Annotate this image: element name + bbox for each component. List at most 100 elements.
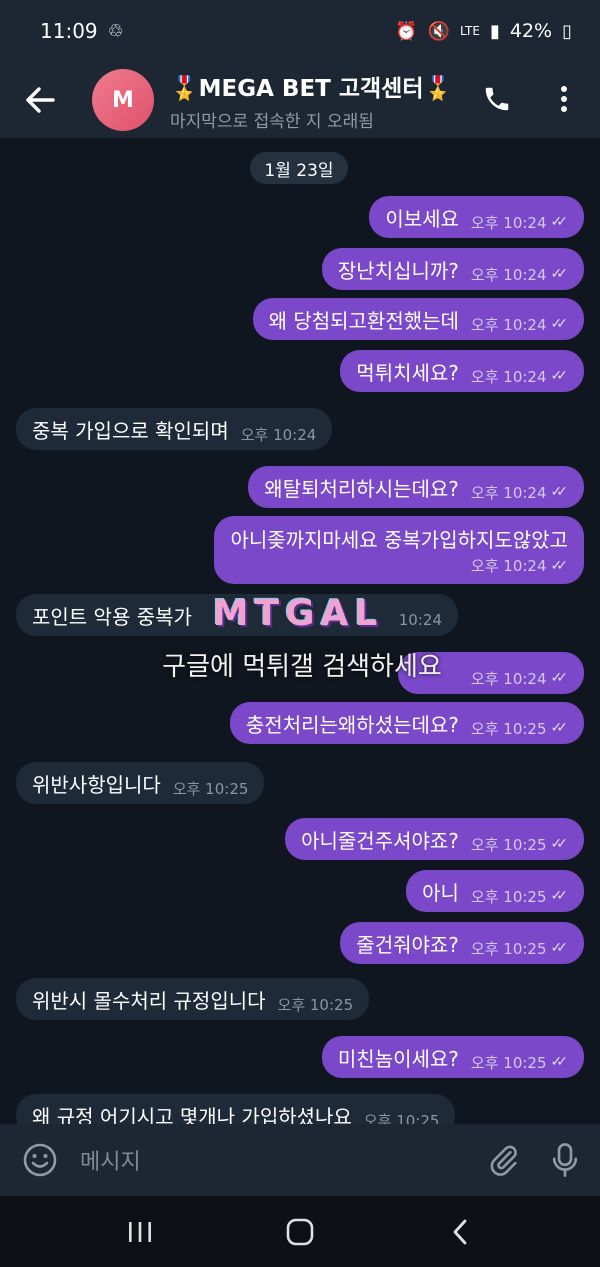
read-check-icon: ✓✓ bbox=[550, 836, 569, 852]
message-text: 충전처리는왜하셨는데요? bbox=[245, 712, 459, 737]
read-check-icon: ✓✓ bbox=[550, 670, 569, 686]
message-text: 아니줄건주셔야죠? bbox=[301, 828, 459, 853]
message-text: 아니 bbox=[422, 880, 459, 905]
message-time: 오후 10:25 bbox=[470, 835, 547, 854]
message-text: 포인트 악용 중복가 bbox=[32, 604, 192, 629]
message-bubble[interactable]: 줄건줘야죠? 오후 10:25 ✓✓ bbox=[340, 922, 584, 964]
emoji-button[interactable] bbox=[0, 1142, 80, 1178]
emoji-icon bbox=[23, 1143, 57, 1177]
message-text: 왜 당첨되고환전했는데 bbox=[268, 308, 459, 333]
message-text: 중복 가입으로 확인되며 bbox=[32, 418, 229, 443]
chat-title: 🎖️MEGA BET 고객센터🎖️ bbox=[170, 75, 453, 102]
home-button[interactable] bbox=[270, 1207, 330, 1257]
message-meta: 오후 10:24 ✓✓ bbox=[242, 555, 568, 576]
phone-icon bbox=[485, 87, 509, 111]
network-label: LTE bbox=[460, 24, 480, 38]
message-text: 왜탈퇴처리하시는데요? bbox=[264, 476, 459, 501]
message-meta: 오후 10:24 bbox=[241, 424, 317, 445]
message-time: 오후 10:25 bbox=[363, 1111, 440, 1125]
chat-area[interactable]: 1월 23일 이보세요 오후 10:24 ✓✓ 장난치십니까? 오후 10:24 ✓… bbox=[0, 138, 600, 1124]
message-meta: 오후 10:25 bbox=[173, 778, 249, 799]
message-time: 오후 10:24 bbox=[470, 265, 547, 284]
recent-apps-icon bbox=[129, 1221, 151, 1242]
paperclip-icon bbox=[490, 1145, 517, 1176]
read-check-icon: ✓✓ bbox=[550, 1054, 569, 1070]
message-time: 오후 10:24 bbox=[240, 425, 317, 444]
avatar[interactable]: M bbox=[92, 69, 154, 131]
avatar-initial: M bbox=[112, 87, 134, 113]
status-time: 11:09 bbox=[40, 19, 98, 43]
message-meta: 오후 10:25 ✓✓ bbox=[471, 886, 568, 907]
message-meta: 10:24 bbox=[399, 611, 442, 629]
message-text: 장난치십니까? bbox=[337, 258, 459, 283]
battery-level: 42% bbox=[509, 20, 553, 42]
message-text: 위반시 몰수처리 규정입니다 bbox=[32, 988, 266, 1013]
back-nav-button[interactable] bbox=[430, 1207, 490, 1257]
notification-icon: ♲ bbox=[107, 20, 124, 42]
message-time: 오후 10:24 bbox=[470, 367, 547, 386]
message-time: 10:24 bbox=[398, 611, 442, 629]
message-bubble[interactable]: 위반시 몰수처리 규정입니다 오후 10:25 bbox=[16, 978, 370, 1020]
message-bubble[interactable]: 먹튀치세요? 오후 10:24 ✓✓ bbox=[340, 350, 584, 392]
read-check-icon: ✓✓ bbox=[550, 484, 569, 500]
chevron-left-icon bbox=[453, 1219, 467, 1244]
arrow-left-icon bbox=[26, 87, 55, 113]
message-time: 오후 10:24 bbox=[470, 213, 547, 232]
read-check-icon: ✓✓ bbox=[550, 940, 569, 956]
message-meta: 오후 10:24 ✓✓ bbox=[471, 482, 568, 503]
message-input[interactable]: 메시지 bbox=[80, 1144, 478, 1176]
status-bar: 11:09 ♲ ⏰ 🔇 LTE ▮ 42% ▯ bbox=[0, 0, 600, 62]
message-time: 오후 10:25 bbox=[277, 995, 354, 1014]
message-text: 줄건줘야죠? bbox=[356, 932, 459, 957]
message-bubble[interactable]: 왜탈퇴처리하시는데요? 오후 10:24 ✓✓ bbox=[248, 466, 584, 508]
message-meta: 오후 10:24 ✓✓ bbox=[471, 264, 568, 285]
back-button[interactable] bbox=[0, 62, 80, 138]
message-meta: 오후 10:25 ✓✓ bbox=[471, 1052, 568, 1073]
chat-info[interactable]: 🎖️MEGA BET 고객센터🎖️ 마지막으로 접속한 지 오래됨 bbox=[170, 69, 470, 132]
recent-apps-button[interactable] bbox=[110, 1207, 170, 1257]
message-bubble[interactable]: 위반사항입니다 오후 10:25 bbox=[16, 762, 265, 804]
microphone-icon bbox=[552, 1143, 578, 1177]
read-check-icon: ✓✓ bbox=[550, 557, 569, 574]
last-seen-status: 마지막으로 접속한 지 오래됨 bbox=[170, 111, 374, 132]
message-time: 오후 10:24 bbox=[470, 483, 547, 502]
message-bubble[interactable]: 중복 가입으로 확인되며 오후 10:24 bbox=[16, 408, 333, 450]
message-meta: 오후 10:24 ✓✓ bbox=[471, 212, 568, 233]
read-check-icon: ✓✓ bbox=[550, 368, 569, 384]
battery-icon: ▯ bbox=[562, 20, 572, 42]
message-time: 오후 10:25 bbox=[470, 1053, 547, 1072]
message-time: 오후 10:25 bbox=[470, 887, 547, 906]
message-bubble[interactable]: 왜 당첨되고환전했는데 오후 10:24 ✓✓ bbox=[252, 298, 584, 340]
read-check-icon: ✓✓ bbox=[550, 266, 569, 282]
message-bubble[interactable]: 아니줄건주셔야죠? 오후 10:25 ✓✓ bbox=[285, 818, 584, 860]
more-button[interactable] bbox=[544, 76, 584, 122]
message-bubble[interactable]: 장난치십니까? 오후 10:24 ✓✓ bbox=[321, 248, 584, 290]
message-bubble[interactable]: 충전처리는왜하셨는데요? 오후 10:25 ✓✓ bbox=[229, 702, 584, 744]
message-bubble[interactable]: 이보세요 오후 10:24 ✓✓ bbox=[369, 196, 584, 238]
status-icons: ⏰ 🔇 LTE ▮ 42% ▯ bbox=[395, 20, 572, 42]
message-text: 먹튀치세요? bbox=[356, 360, 459, 385]
message-bubble[interactable]: 아니 오후 10:25 ✓✓ bbox=[406, 870, 584, 912]
message-text: 미친놈이세요? bbox=[337, 1046, 459, 1071]
voice-button[interactable] bbox=[530, 1142, 600, 1178]
message-bubble[interactable]: 미친놈이세요? 오후 10:25 ✓✓ bbox=[321, 1036, 584, 1078]
read-check-icon: ✓✓ bbox=[550, 214, 569, 230]
message-text: 위반사항입니다 bbox=[32, 772, 161, 797]
attach-button[interactable] bbox=[478, 1143, 530, 1177]
more-vert-icon bbox=[561, 86, 567, 112]
system-nav-bar bbox=[0, 1196, 600, 1267]
message-text: 아니좆까지마세요 중복가입하지도않았고 bbox=[230, 528, 568, 552]
message-meta: 오후 10:25 ✓✓ bbox=[471, 938, 568, 959]
message-bubble[interactable]: 아니좆까지마세요 중복가입하지도않았고 오후 10:24 ✓✓ bbox=[214, 516, 584, 584]
watermark-logo: MTGAL bbox=[212, 592, 384, 634]
message-bubble[interactable]: 왜 규정 어기시고 몇개나 가입하셨나요 오후 10:25 bbox=[16, 1094, 456, 1125]
call-button[interactable] bbox=[474, 76, 520, 122]
message-meta: 오후 10:24 ✓✓ bbox=[471, 314, 568, 335]
read-check-icon: ✓✓ bbox=[550, 888, 569, 904]
date-chip: 1월 23일 bbox=[250, 152, 348, 184]
message-composer: 메시지 bbox=[0, 1124, 600, 1196]
message-text: 이보세요 bbox=[385, 206, 459, 231]
message-time: 오후 10:24 bbox=[470, 669, 547, 688]
message-time: 오후 10:25 bbox=[470, 939, 547, 958]
message-time: 오후 10:24 bbox=[470, 557, 547, 575]
